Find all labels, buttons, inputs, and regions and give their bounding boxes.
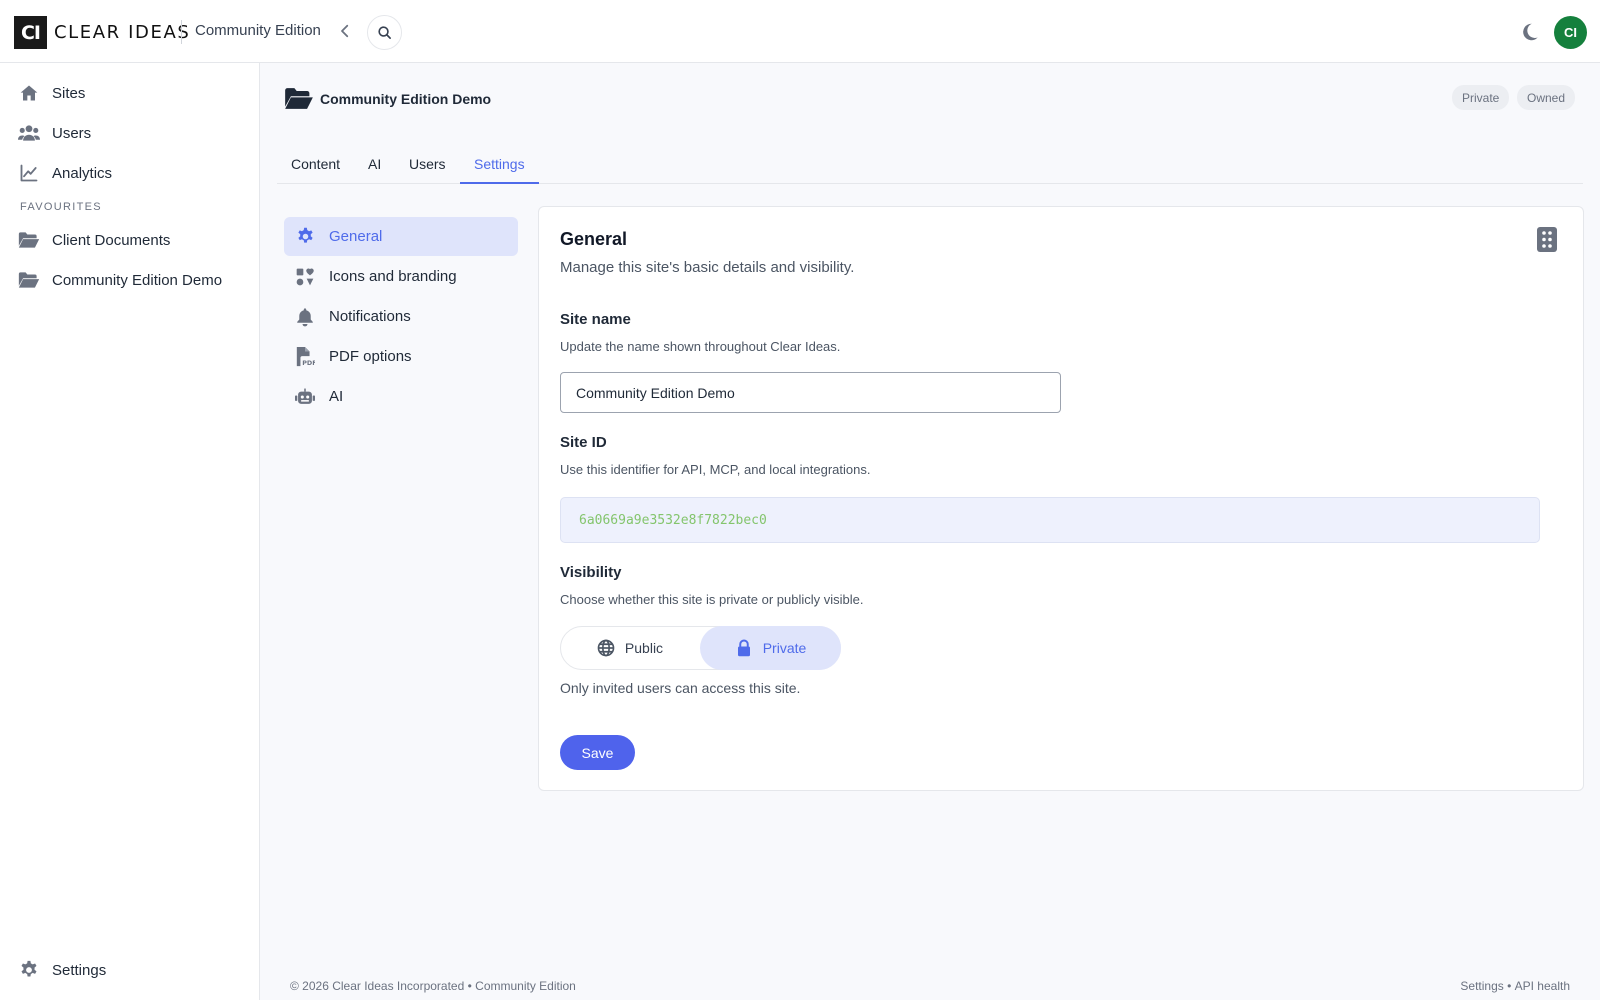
sidebar-item-users[interactable]: Users [18,118,91,148]
moon-icon [1523,23,1538,41]
favourites-heading: FAVOURITES [20,201,102,213]
folder-open-icon [284,86,314,111]
logo-mark: CI [14,16,47,49]
logo-text: CLEAR IDEAS [54,22,191,43]
lock-icon [735,639,753,657]
visibility-public-button[interactable]: Public [560,626,700,670]
sidebar-item-analytics[interactable]: Analytics [18,158,112,188]
visibility-label: Visibility [560,564,622,581]
status-badge-private: Private [1452,85,1510,110]
tab-settings[interactable]: Settings [460,150,539,184]
sidebar-item-settings[interactable]: Settings [18,955,106,985]
settings-nav-general[interactable]: General [284,217,518,256]
collapse-sidebar-button[interactable] [336,22,354,40]
tab-content[interactable]: Content [277,150,354,184]
sidebar-item-label: Users [52,124,92,142]
site-header: Community Edition Demo [284,86,491,111]
settings-nav-label: AI [329,388,344,405]
settings-nav-icons-and-branding[interactable]: Icons and branding [284,257,518,296]
chevron-left-icon [341,24,349,38]
site-id-help: Use this identifier for API, MCP, and lo… [560,462,871,477]
sidebar-item-label: Sites [52,84,86,102]
sidebar-item-sites[interactable]: Sites [18,78,85,108]
gear-icon [295,227,315,247]
site-name-help: Update the name shown throughout Clear I… [560,339,841,354]
folder-open-icon [18,269,40,291]
folder-open-icon [18,229,40,251]
sidebar-item-label: Community Edition Demo [52,271,223,289]
file-pdf-icon: PDF [295,346,315,367]
visibility-option-label: Private [762,640,807,656]
site-name-label: Site name [560,311,631,328]
card-subtitle: Manage this site's basic details and vis… [560,259,855,276]
sidebar-item-client-documents[interactable]: Client Documents [18,225,170,255]
settings-nav-label: Icons and branding [329,268,457,285]
visibility-note: Only invited users can access this site. [560,680,801,696]
footer-links: Settings • API health [1460,979,1570,993]
divider [181,20,182,44]
logo[interactable]: CI CLEAR IDEAS [14,16,190,49]
site-tabs: Content AI Users Settings [277,150,1583,184]
dots-grid-icon [1537,227,1557,252]
footer-separator: • [1503,979,1515,993]
settings-nav-label: Notifications [329,308,411,325]
robot-icon [295,387,315,407]
icons-icon [295,267,315,287]
footer-link-settings[interactable]: Settings [1460,979,1503,993]
status-badge-owned: Owned [1517,85,1576,110]
settings-nav-pdf-options[interactable]: PDF PDF options [284,337,518,376]
search-icon [378,26,391,39]
search-button[interactable] [367,15,402,50]
footer-link-api-health[interactable]: API health [1515,979,1570,993]
visibility-help: Choose whether this site is private or p… [560,592,864,607]
top-bar: CI CLEAR IDEAS Community Edition CI [0,0,1600,63]
visibility-toggle: Public Private [560,626,841,670]
settings-nav-label: General [329,228,383,245]
gear-icon [18,959,40,981]
theme-toggle-button[interactable] [1518,21,1540,43]
settings-nav-ai[interactable]: AI [284,377,518,416]
settings-nav-notifications[interactable]: Notifications [284,297,518,336]
globe-icon [597,639,615,657]
save-button[interactable]: Save [560,735,635,770]
page-title: Community Edition Demo [320,90,492,107]
general-settings-card: General Manage this site's basic details… [538,206,1584,791]
avatar[interactable]: CI [1554,16,1587,49]
settings-nav-label: PDF options [329,348,412,365]
site-name-input[interactable] [560,372,1061,413]
card-title: General [560,229,628,249]
visibility-option-label: Public [624,640,664,656]
sidebar-item-label: Analytics [52,164,113,182]
edition-label: Community Edition [195,22,321,39]
site-id-label: Site ID [560,434,607,451]
bell-icon [295,307,315,327]
tab-users[interactable]: Users [395,150,460,184]
footer-copyright: © 2026 Clear Ideas Incorporated • Commun… [290,979,576,993]
card-menu-button[interactable] [1537,227,1559,253]
sidebar: Sites Users Analytics FAVOURITES Client … [0,63,260,1000]
sidebar-item-label: Client Documents [52,231,171,249]
visibility-private-button[interactable]: Private [700,626,841,670]
tab-ai[interactable]: AI [354,150,395,184]
sidebar-item-label: Settings [52,961,107,979]
svg-text:PDF: PDF [302,360,315,367]
sidebar-item-community-edition-demo[interactable]: Community Edition Demo [18,265,222,295]
chart-line-icon [18,162,40,184]
users-icon [18,122,40,144]
home-icon [18,82,40,104]
site-id-value[interactable]: 6a0669a9e3532e8f7822bec0 [560,497,1540,543]
